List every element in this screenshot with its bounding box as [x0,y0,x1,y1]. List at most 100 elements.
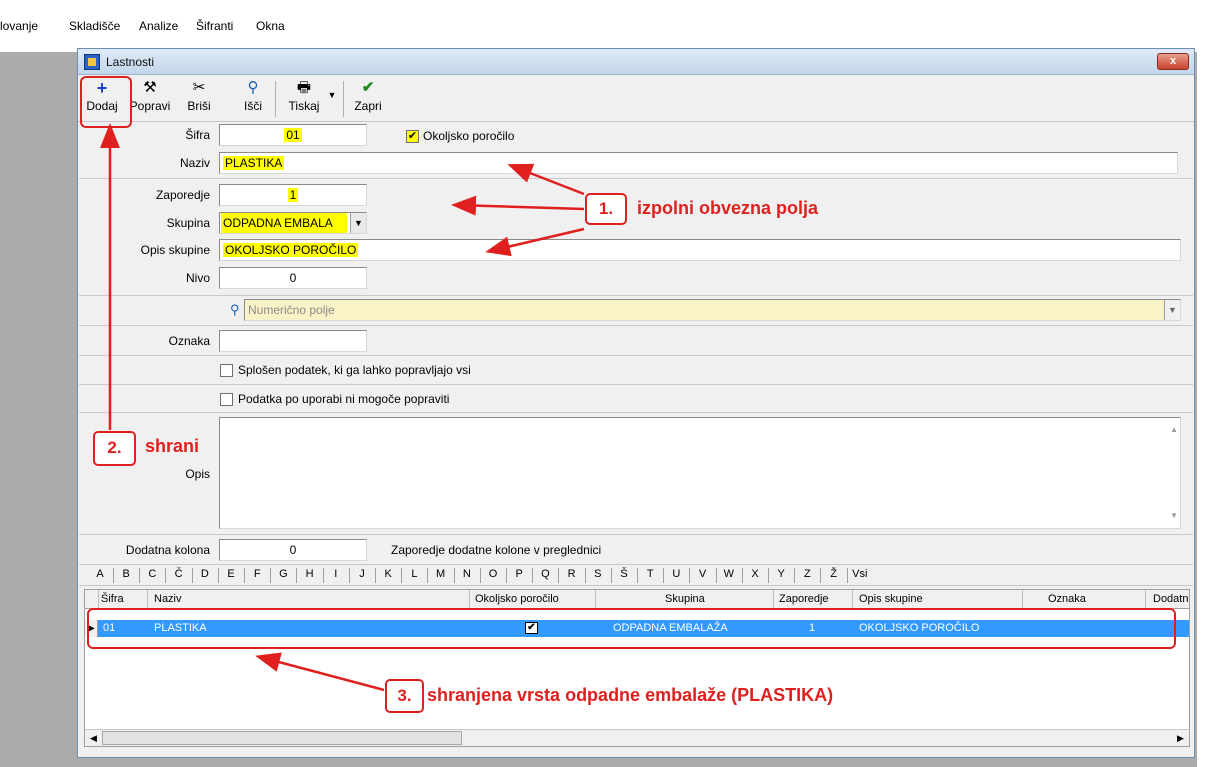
chevron-down-icon[interactable]: ▼ [350,213,366,233]
annotation-step-2-text: shrani [145,436,200,456]
window-title: Lastnosti [106,55,155,69]
title-bar[interactable]: Lastnosti x [78,49,1194,75]
alphabet-filter-20[interactable]: Š [613,568,635,580]
podatka-checkbox[interactable] [220,393,233,406]
column-header-skupina[interactable]: Skupina [665,593,705,605]
scroll-up-icon[interactable]: ▲ [1170,420,1178,440]
alphabet-filter-25[interactable]: X [744,568,766,580]
alphabet-filter-7[interactable]: G [272,568,294,580]
alphabet-divider [375,568,376,583]
menu-item-lovanje[interactable]: lovanje [0,19,38,33]
numericno-polje-combo[interactable]: Numerično polje ▼ [244,299,1181,321]
alphabet-filter-19[interactable]: S [587,568,609,580]
alphabet-filter-24[interactable]: W [718,568,740,580]
alphabet-filter-28[interactable]: Ž [823,568,845,580]
scrollbar-thumb[interactable] [102,731,462,745]
splosen-checkbox[interactable] [220,364,233,377]
column-divider [852,590,853,609]
sifra-field[interactable]: 01 [219,124,367,146]
alphabet-filter-17[interactable]: Q [534,568,556,580]
alphabet-filter-15[interactable]: O [482,568,504,580]
alphabet-filter-27[interactable]: Z [796,568,818,580]
alphabet-filter-0[interactable]: A [89,568,111,580]
alphabet-divider [244,568,245,583]
column-header-naziv[interactable]: Naziv [154,593,182,605]
alphabet-filter-16[interactable]: P [508,568,530,580]
scroll-down-icon[interactable]: ▼ [1170,506,1178,526]
dodatna-kolona-label: Dodatna kolona [125,543,210,557]
splosen-label: Splošen podatek, ki ga lahko popravljajo… [238,363,471,377]
column-divider [1145,590,1146,609]
alphabet-divider [663,568,665,583]
okoljsko-checkbox[interactable]: ✔ [406,130,419,143]
skupina-dropdown[interactable]: ODPADNA EMBALA ▼ [219,212,367,234]
column-header-oznaka[interactable]: Oznaka [1048,593,1086,605]
opis-textarea[interactable]: ▲ ▼ [219,417,1181,529]
dodatna-kolona-description: Zaporedje dodatne kolone v preglednici [391,543,602,557]
column-header-dodatna[interactable]: Dodatn [1153,593,1188,605]
menu-item-analize[interactable]: Analize [139,19,178,33]
naziv-field[interactable]: PLASTIKA [219,152,1178,174]
zapri-button[interactable]: ✔ Zapri [349,78,387,120]
scissors-icon: ✂ [192,79,206,96]
dodatna-kolona-field[interactable]: 0 [219,539,367,561]
chevron-down-icon[interactable]: ▼ [1164,300,1180,320]
alphabet-filter-18[interactable]: R [561,568,583,580]
sifra-label: Šifra [185,128,210,142]
isci-button[interactable]: ⚲ Išči [238,78,268,120]
tiskaj-button[interactable]: 🖶 Tiskaj [283,78,325,120]
oznaka-field[interactable] [219,330,367,352]
alphabet-filter-3[interactable]: Č [168,568,190,580]
tiskaj-label: Tiskaj [288,99,320,113]
sifra-value: 01 [284,128,302,142]
alphabet-filter-6[interactable]: F [246,568,268,580]
scroll-right-icon[interactable]: ▶ [1173,731,1188,745]
nivo-field[interactable]: 0 [219,267,367,289]
alphabet-filter-26[interactable]: Y [770,568,792,580]
magnifier-icon: ⚲ [247,79,259,96]
column-header-opis-skupine[interactable]: Opis skupine [859,593,923,605]
close-button[interactable]: x [1157,53,1189,70]
alphabet-filter-4[interactable]: D [194,568,216,580]
brisi-button[interactable]: ✂ Briši [181,78,217,120]
alphabet-filter-5[interactable]: E [220,568,242,580]
column-header-sifra[interactable]: Šifra [101,593,124,605]
alphabet-filter-bar: A B C Č D E F G H I J K L M N O P Q R S Š T U V W X Y Z Ž Vsi [79,564,1193,586]
column-header-zaporedje[interactable]: Zaporedje [779,593,829,605]
alphabet-divider [165,568,167,583]
scroll-left-icon[interactable]: ◀ [86,731,101,745]
column-header-okoljsko[interactable]: Okoljsko poročilo [475,593,559,605]
alphabet-divider [401,568,403,583]
alphabet-divider [637,568,638,583]
alphabet-filter-22[interactable]: U [665,568,687,580]
zaporedje-label: Zaporedje [155,188,210,202]
horizontal-scrollbar[interactable]: ◀ ▶ [85,729,1189,746]
menu-item-okna[interactable]: Okna [256,19,285,33]
zaporedje-field[interactable]: 1 [219,184,367,206]
opis-skupine-label: Opis skupine [140,243,210,257]
alphabet-filter-9[interactable]: I [325,568,347,580]
alphabet-divider [113,568,114,583]
alphabet-divider [768,568,769,583]
alphabet-filter-29[interactable]: Vsi [849,568,871,580]
alphabet-filter-8[interactable]: H [299,568,321,580]
alphabet-filter-14[interactable]: N [456,568,478,580]
annotation-step-1-badge: 1. [585,193,627,225]
divider [79,412,1193,413]
alphabet-filter-10[interactable]: J [351,568,373,580]
popravi-button[interactable]: ⚒ Popravi [125,78,175,120]
alphabet-filter-12[interactable]: L [403,568,425,580]
alphabet-filter-23[interactable]: V [692,568,714,580]
alphabet-divider [584,568,586,583]
alphabet-filter-1[interactable]: B [115,568,137,580]
menu-item-sifranti[interactable]: Šifranti [196,19,233,33]
alphabet-filter-11[interactable]: K [377,568,399,580]
opis-skupine-field[interactable]: OKOLJSKO POROČILO [219,239,1181,261]
alphabet-filter-2[interactable]: C [141,568,163,580]
alphabet-filter-21[interactable]: T [639,568,661,580]
menu-item-skladisce[interactable]: Skladišče [69,19,120,33]
naziv-label: Naziv [179,156,210,170]
lastnosti-window: Lastnosti x + Dodaj ⚒ Popravi ✂ Briši ⚲ … [77,48,1195,758]
alphabet-divider [191,568,193,583]
alphabet-filter-13[interactable]: M [430,568,452,580]
